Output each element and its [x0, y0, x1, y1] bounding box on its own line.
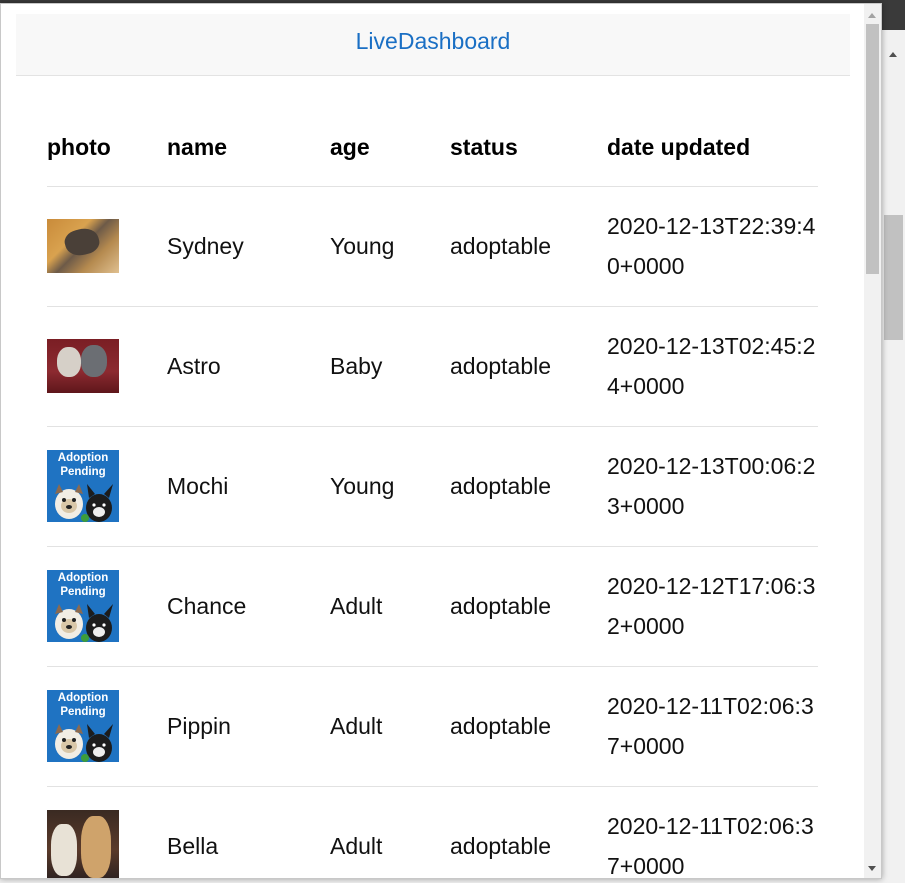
- photo-cell: Adoption Pending: [47, 426, 167, 547]
- scroll-thumb[interactable]: [866, 24, 879, 274]
- age-cell: Adult: [330, 666, 450, 787]
- adoption-pending-badge: Adoption Pending: [47, 450, 119, 522]
- header-photo: photo: [47, 109, 167, 187]
- date-cell: 2020-12-13T22:39:40+0000: [607, 186, 818, 307]
- table-header-row: photo name age status date updated: [47, 109, 818, 187]
- header-age: age: [330, 109, 450, 187]
- badge-line2: Pending: [60, 466, 106, 478]
- age-cell: Young: [330, 426, 450, 547]
- app-header: LiveDashboard: [16, 14, 850, 76]
- header-date-updated: date updated: [607, 109, 818, 187]
- age-cell: Adult: [330, 786, 450, 878]
- age-cell: Adult: [330, 546, 450, 667]
- badge-line1: Adoption: [57, 572, 109, 584]
- table-row: Astro Baby adoptable 2020-12-13T02:45:24…: [47, 306, 818, 427]
- photo-cell: [47, 186, 167, 307]
- age-cell: Young: [330, 186, 450, 307]
- photo-cell: Adoption Pending: [47, 666, 167, 787]
- status-cell: adoptable: [450, 186, 607, 307]
- name-cell: Bella: [167, 786, 330, 878]
- adoption-pending-badge: Adoption Pending: [47, 690, 119, 762]
- date-cell: 2020-12-12T17:06:32+0000: [607, 546, 818, 667]
- date-cell: 2020-12-13T00:06:23+0000: [607, 426, 818, 547]
- vertical-scrollbar[interactable]: [864, 4, 881, 878]
- table-row: Bella Adult adoptable 2020-12-11T02:06:3…: [47, 786, 818, 878]
- date-cell: 2020-12-11T02:06:37+0000: [607, 666, 818, 787]
- header-status: status: [450, 109, 607, 187]
- pets-table: photo name age status date updated Sydne…: [47, 109, 818, 878]
- popup-window: LiveDashboard photo name age status date…: [0, 3, 882, 879]
- scroll-down-arrow-icon[interactable]: [868, 866, 876, 871]
- app-title-link[interactable]: LiveDashboard: [356, 28, 511, 55]
- dog-cat-illustration-icon: [55, 484, 113, 522]
- badge-line2: Pending: [60, 586, 106, 598]
- name-cell: Pippin: [167, 666, 330, 787]
- name-cell: Astro: [167, 306, 330, 427]
- name-cell: Chance: [167, 546, 330, 667]
- page-content: LiveDashboard photo name age status date…: [1, 4, 864, 878]
- photo-cell: [47, 786, 167, 878]
- pet-photo: [47, 339, 119, 393]
- photo-cell: Adoption Pending: [47, 546, 167, 667]
- badge-line1: Adoption: [57, 452, 109, 464]
- scroll-up-arrow-icon[interactable]: [889, 52, 897, 57]
- scroll-up-arrow-icon[interactable]: [868, 13, 876, 18]
- photo-cell: [47, 306, 167, 427]
- date-cell: 2020-12-13T02:45:24+0000: [607, 306, 818, 427]
- adoption-pending-badge: Adoption Pending: [47, 570, 119, 642]
- dog-cat-illustration-icon: [55, 724, 113, 762]
- pet-photo: [47, 219, 119, 273]
- table-row: Adoption Pending: [47, 426, 818, 547]
- table-row: Adoption Pending: [47, 666, 818, 787]
- status-cell: adoptable: [450, 786, 607, 878]
- status-cell: adoptable: [450, 666, 607, 787]
- background-scrollbar[interactable]: [880, 30, 905, 883]
- header-name: name: [167, 109, 330, 187]
- badge-line2: Pending: [60, 706, 106, 718]
- table-row: Sydney Young adoptable 2020-12-13T22:39:…: [47, 186, 818, 307]
- dog-cat-illustration-icon: [55, 604, 113, 642]
- name-cell: Sydney: [167, 186, 330, 307]
- name-cell: Mochi: [167, 426, 330, 547]
- status-cell: adoptable: [450, 426, 607, 547]
- background-scroll-thumb[interactable]: [884, 215, 903, 340]
- status-cell: adoptable: [450, 306, 607, 427]
- badge-line1: Adoption: [57, 692, 109, 704]
- table-row: Adoption Pending: [47, 546, 818, 667]
- status-cell: adoptable: [450, 546, 607, 667]
- age-cell: Baby: [330, 306, 450, 427]
- pet-photo: [47, 810, 119, 878]
- date-cell: 2020-12-11T02:06:37+0000: [607, 786, 818, 878]
